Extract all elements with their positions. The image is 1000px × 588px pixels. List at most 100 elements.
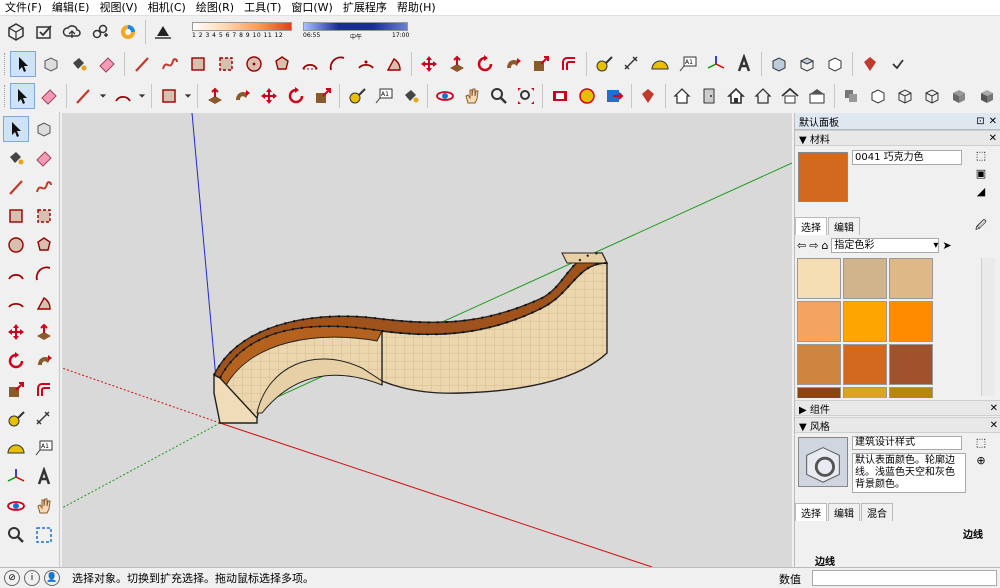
menu-help[interactable]: 帮助(H) <box>392 0 441 16</box>
material-swatch[interactable] <box>843 301 887 342</box>
text-tool-icon[interactable]: A1 <box>675 51 701 77</box>
chevron-down-icon[interactable] <box>137 83 147 109</box>
check-icon[interactable] <box>885 51 911 77</box>
arc-tool-icon[interactable] <box>297 51 323 77</box>
menu-window[interactable]: 窗口(W) <box>286 0 337 16</box>
three-point-arc-icon[interactable] <box>353 51 379 77</box>
style-description[interactable]: 默认表面颜色。轮廓边线。浅蓝色天空和灰色背景颜色。 <box>852 453 966 493</box>
tab-edit[interactable]: 编辑 <box>828 503 860 521</box>
two-point-arc-icon[interactable] <box>31 261 57 287</box>
toolbar-grip[interactable] <box>4 53 7 75</box>
house-roof-icon[interactable] <box>778 83 803 109</box>
push-pull-icon[interactable] <box>444 51 470 77</box>
previous-view-icon[interactable] <box>547 83 572 109</box>
export-icon[interactable] <box>602 83 627 109</box>
move-tool-icon[interactable] <box>416 51 442 77</box>
menu-draw[interactable]: 绘图(R) <box>191 0 239 16</box>
tab-edit[interactable]: 编辑 <box>828 217 860 235</box>
push-pull-icon[interactable] <box>31 319 57 345</box>
polygon-tool-icon[interactable] <box>31 232 57 258</box>
follow-me-icon[interactable] <box>229 83 254 109</box>
select-tool-icon[interactable] <box>3 116 29 142</box>
wireframe-icon[interactable] <box>893 83 918 109</box>
curved-wall-model[interactable] <box>212 252 609 424</box>
create-style-icon[interactable]: ⬚ <box>976 436 986 449</box>
link-icon[interactable] <box>87 19 113 45</box>
rectangle-tool-icon[interactable] <box>185 51 211 77</box>
zoom-icon[interactable] <box>486 83 511 109</box>
iso-view-icon[interactable] <box>766 51 792 77</box>
tape-measure-icon[interactable] <box>3 406 29 432</box>
paint-bucket-icon[interactable] <box>3 145 29 171</box>
user-icon[interactable]: 👤 <box>44 570 60 586</box>
rectangle-tool-icon[interactable] <box>3 203 29 229</box>
pie-tool-icon[interactable] <box>31 290 57 316</box>
pan-hand-icon[interactable] <box>459 83 484 109</box>
month-slider[interactable] <box>192 22 292 31</box>
tape-measure-icon[interactable] <box>591 51 617 77</box>
material-swatch[interactable] <box>889 387 933 398</box>
eraser-icon[interactable] <box>94 51 120 77</box>
material-swatch[interactable] <box>889 301 933 342</box>
style-name-field[interactable]: 建筑设计样式 <box>852 436 962 450</box>
dimension-tool-icon[interactable] <box>31 406 57 432</box>
freehand-tool-icon[interactable] <box>157 51 183 77</box>
protractor-icon[interactable] <box>3 435 29 461</box>
chevron-down-icon[interactable] <box>183 83 193 109</box>
make-component-icon[interactable] <box>38 51 64 77</box>
tab-select[interactable]: 选择 <box>795 217 827 235</box>
section-plane-icon[interactable] <box>839 83 864 109</box>
move-tool-icon[interactable] <box>3 319 29 345</box>
material-swatch[interactable] <box>797 301 841 342</box>
pin-icon[interactable]: ⊡ <box>976 116 984 127</box>
shaded-textures-icon[interactable] <box>974 83 999 109</box>
style-thumbnail[interactable] <box>798 437 848 487</box>
line-tool-icon[interactable] <box>71 83 96 109</box>
line-tool-icon[interactable] <box>3 174 29 200</box>
material-swatch[interactable] <box>843 258 887 299</box>
zoom-extents-icon[interactable] <box>513 83 538 109</box>
material-swatch[interactable] <box>889 258 933 299</box>
rotate-tool-icon[interactable] <box>283 83 308 109</box>
close-icon[interactable]: ✕ <box>989 133 997 144</box>
arc-tool-icon[interactable] <box>110 83 135 109</box>
circle-tool-icon[interactable] <box>3 232 29 258</box>
menu-extensions[interactable]: 扩展程序 <box>338 0 392 16</box>
materials-header[interactable]: ▼ 材料 ✕ <box>795 130 1000 146</box>
menu-edit[interactable]: 编辑(E) <box>47 0 95 16</box>
swatch-scrollbar[interactable] <box>981 258 995 396</box>
house-icon[interactable] <box>724 83 749 109</box>
tape-measure-icon[interactable] <box>344 83 369 109</box>
forward-arrow-icon[interactable]: ⇨ <box>809 239 818 252</box>
orbit-icon[interactable] <box>432 83 457 109</box>
axes-tool-icon[interactable] <box>703 51 729 77</box>
eraser-icon[interactable] <box>31 145 57 171</box>
material-name-field[interactable]: 0041 巧克力色 <box>852 150 962 165</box>
material-swatch[interactable] <box>797 258 841 299</box>
front-view-icon[interactable] <box>822 51 848 77</box>
rotate-tool-icon[interactable] <box>3 348 29 374</box>
offset-tool-icon[interactable] <box>556 51 582 77</box>
hidden-line-icon[interactable] <box>920 83 945 109</box>
chevron-down-icon[interactable] <box>98 83 108 109</box>
tab-select[interactable]: 选择 <box>795 503 827 521</box>
close-icon[interactable]: ✕ <box>990 420 998 431</box>
close-icon[interactable]: ✕ <box>990 403 998 414</box>
dimension-tool-icon[interactable] <box>619 51 645 77</box>
zoom-window-icon[interactable] <box>31 522 57 548</box>
protractor-icon[interactable] <box>647 51 673 77</box>
make-component-icon[interactable] <box>31 116 57 142</box>
zoom-icon[interactable] <box>3 522 29 548</box>
door-icon[interactable] <box>697 83 722 109</box>
toolbar-grip[interactable] <box>4 85 7 107</box>
freehand-tool-icon[interactable] <box>31 174 57 200</box>
current-material-swatch[interactable] <box>798 152 848 202</box>
rectangle-tool-icon[interactable] <box>156 83 181 109</box>
menu-view[interactable]: 视图(V) <box>94 0 142 16</box>
scale-tool-icon[interactable] <box>3 377 29 403</box>
tab-mix[interactable]: 混合 <box>861 503 893 521</box>
material-swatch[interactable] <box>797 344 841 385</box>
eraser-icon[interactable] <box>37 83 62 109</box>
cloud-upload-icon[interactable] <box>59 19 85 45</box>
material-swatch[interactable] <box>843 344 887 385</box>
